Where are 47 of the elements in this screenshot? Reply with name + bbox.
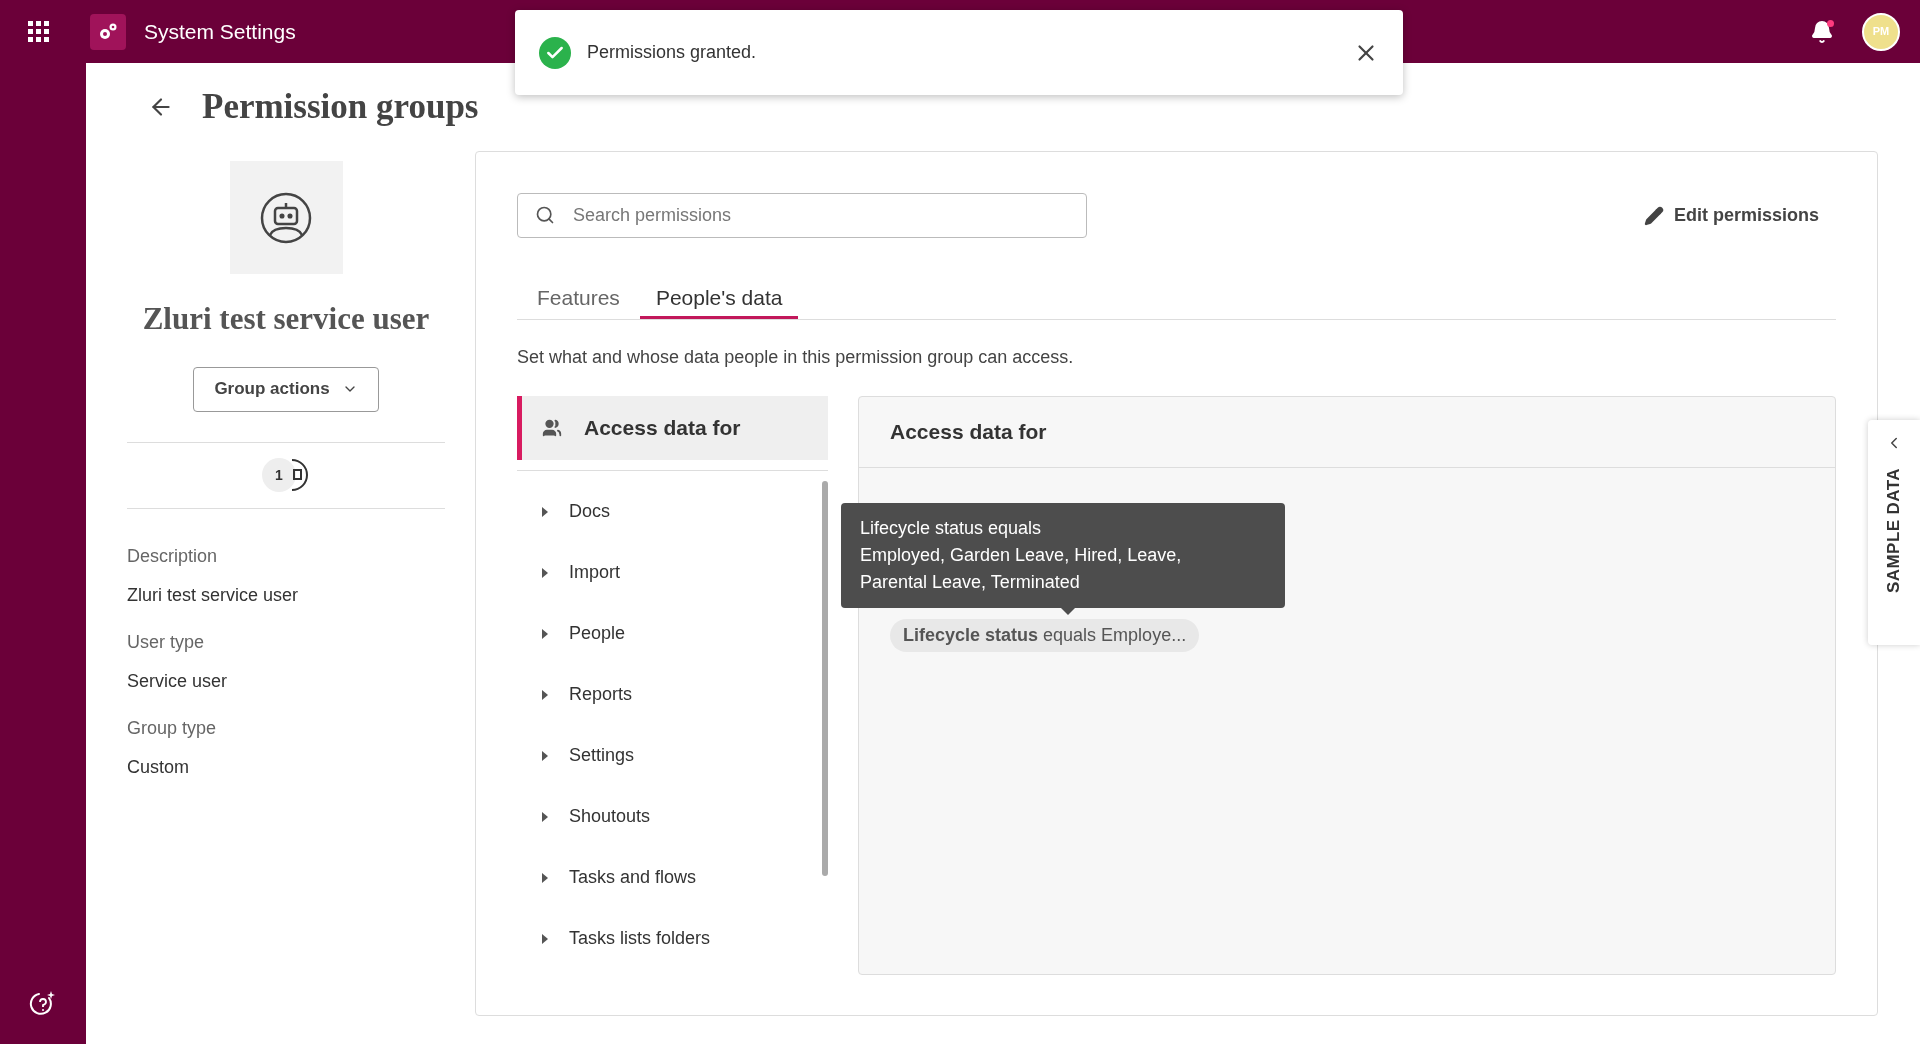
search-icon — [535, 205, 555, 225]
caret-icon — [541, 689, 549, 700]
tab[interactable]: Features — [521, 280, 636, 319]
caret-icon — [541, 872, 549, 883]
detail-label: Group type — [127, 716, 218, 740]
section-nav-item[interactable]: Import — [517, 542, 822, 603]
sample-data-tab[interactable]: SAMPLE DATA — [1868, 420, 1920, 645]
section-nav-item[interactable]: Tasks lists folders — [517, 908, 822, 969]
caret-icon — [541, 933, 549, 944]
edit-permissions-button[interactable]: Edit permissions — [1643, 202, 1819, 229]
page-title: Permission groups — [202, 85, 479, 128]
search-field[interactable]: Search permissions — [517, 193, 1087, 238]
section-nav-item[interactable]: People — [517, 603, 822, 664]
group-actions-button[interactable]: Group actions — [193, 366, 379, 412]
detail-value: Service user — [127, 669, 229, 693]
toast-message: Permissions granted. — [587, 41, 757, 64]
section-nav-item[interactable]: Reports — [517, 664, 822, 725]
people-icon — [542, 418, 562, 438]
detail-value: Custom — [127, 755, 190, 779]
tab-description: Set what and whose data people in this permission group can access. — [517, 346, 1075, 369]
app-title: System Settings — [144, 18, 296, 45]
caret-icon — [541, 506, 549, 517]
detail-value: Zluri test service user — [127, 583, 300, 607]
caret-icon — [541, 567, 549, 578]
section-nav-item[interactable]: Settings — [517, 725, 822, 786]
tab[interactable]: People's data — [639, 280, 799, 319]
section-nav-item[interactable]: Tasks and flows — [517, 847, 822, 908]
pencil-icon — [1643, 205, 1664, 226]
detail-label: User type — [127, 630, 206, 654]
caret-icon — [541, 811, 549, 822]
section-nav-item[interactable]: Docs — [517, 481, 822, 542]
section-nav-item[interactable]: Shoutouts — [517, 786, 822, 847]
scrollbar[interactable] — [822, 481, 828, 876]
group-name: Zluri test service user — [142, 300, 430, 338]
app-grid-icon[interactable] — [28, 20, 50, 43]
member-count[interactable]: 1 — [262, 458, 296, 492]
help-sparkle-icon[interactable] — [29, 990, 57, 1018]
tooltip-pointer — [1061, 608, 1075, 615]
section-nav-item[interactable]: Access data for — [517, 396, 828, 460]
caret-icon — [541, 628, 549, 639]
detail-label: Description — [127, 544, 219, 568]
panel-title: Access data for — [859, 397, 1835, 468]
notification-bell-icon[interactable] — [1810, 19, 1834, 44]
success-check-icon — [539, 36, 571, 69]
tooltip: Lifecycle status equals Employed, Garden Leave, Hired, Leave, Parental Leave, Terminated — [841, 503, 1285, 608]
condition-chip[interactable]: Lifecycle status equals Employe... — [890, 619, 1200, 652]
caret-icon — [541, 750, 549, 761]
